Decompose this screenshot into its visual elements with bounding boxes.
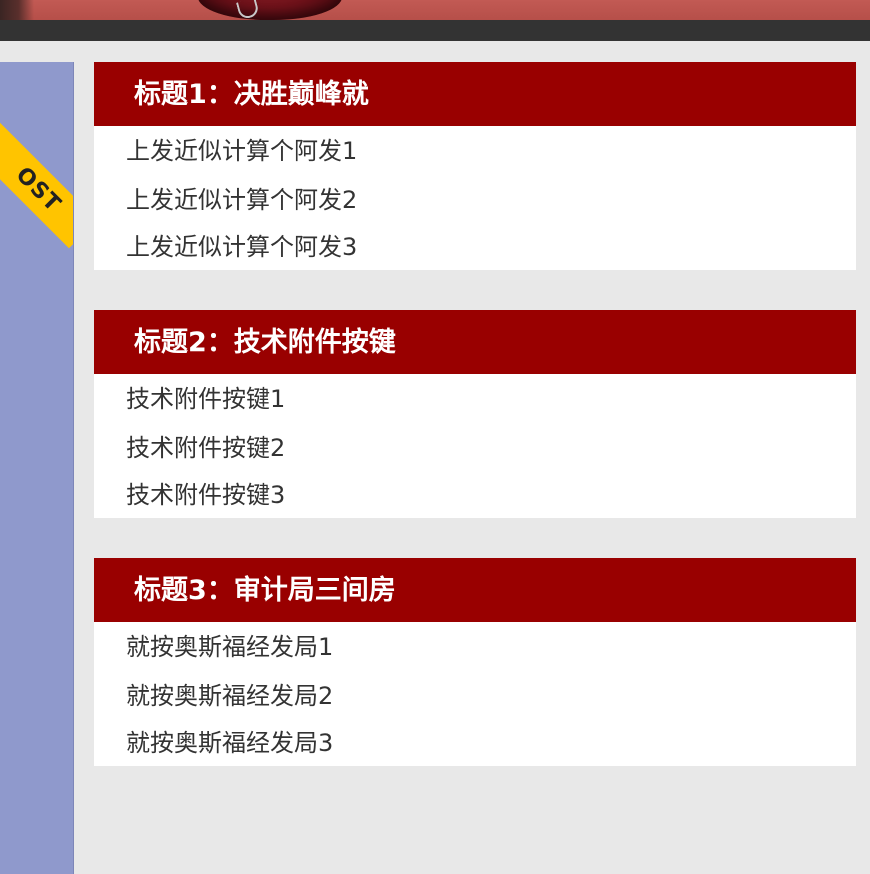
top-banner xyxy=(0,0,870,20)
section-list: 上发近似计算个阿发1 上发近似计算个阿发2 上发近似计算个阿发3 xyxy=(94,126,856,270)
section-3: 标题3：审计局三间房 就按奥斯福经发局1 就按奥斯福经发局2 就按奥斯福经发局3 xyxy=(94,558,856,766)
list-item[interactable]: 技术附件按键2 xyxy=(94,424,856,472)
section-header: 标题2：技术附件按键 xyxy=(94,310,856,374)
list-item[interactable]: 技术附件按键3 xyxy=(94,472,856,518)
list-item[interactable]: 上发近似计算个阿发1 xyxy=(94,126,856,176)
list-item[interactable]: 上发近似计算个阿发3 xyxy=(94,224,856,270)
left-sidebar: OST xyxy=(0,62,74,874)
section-title: 标题2：技术附件按键 xyxy=(134,326,396,358)
main-content: 标题1：决胜巅峰就 上发近似计算个阿发1 上发近似计算个阿发2 上发近似计算个阿… xyxy=(94,62,856,806)
section-header: 标题3：审计局三间房 xyxy=(94,558,856,622)
list-item[interactable]: 就按奥斯福经发局2 xyxy=(94,672,856,720)
section-header: 标题1：决胜巅峰就 xyxy=(94,62,856,126)
section-list: 技术附件按键1 技术附件按键2 技术附件按键3 xyxy=(94,374,856,518)
ribbon-label: OST xyxy=(11,162,66,217)
section-title: 标题1：决胜巅峰就 xyxy=(134,78,369,110)
section-2: 标题2：技术附件按键 技术附件按键1 技术附件按键2 技术附件按键3 xyxy=(94,310,856,518)
nav-bar xyxy=(0,20,870,41)
corner-ribbon: OST xyxy=(0,99,73,249)
list-item[interactable]: 就按奥斯福经发局3 xyxy=(94,720,856,766)
list-item[interactable]: 上发近似计算个阿发2 xyxy=(94,176,856,224)
section-list: 就按奥斯福经发局1 就按奥斯福经发局2 就按奥斯福经发局3 xyxy=(94,622,856,766)
list-item[interactable]: 技术附件按键1 xyxy=(94,374,856,424)
section-1: 标题1：决胜巅峰就 上发近似计算个阿发1 上发近似计算个阿发2 上发近似计算个阿… xyxy=(94,62,856,270)
list-item[interactable]: 就按奥斯福经发局1 xyxy=(94,622,856,672)
banner-hero-image xyxy=(198,0,342,20)
banner-shadow xyxy=(0,0,34,20)
section-title: 标题3：审计局三间房 xyxy=(134,574,396,606)
